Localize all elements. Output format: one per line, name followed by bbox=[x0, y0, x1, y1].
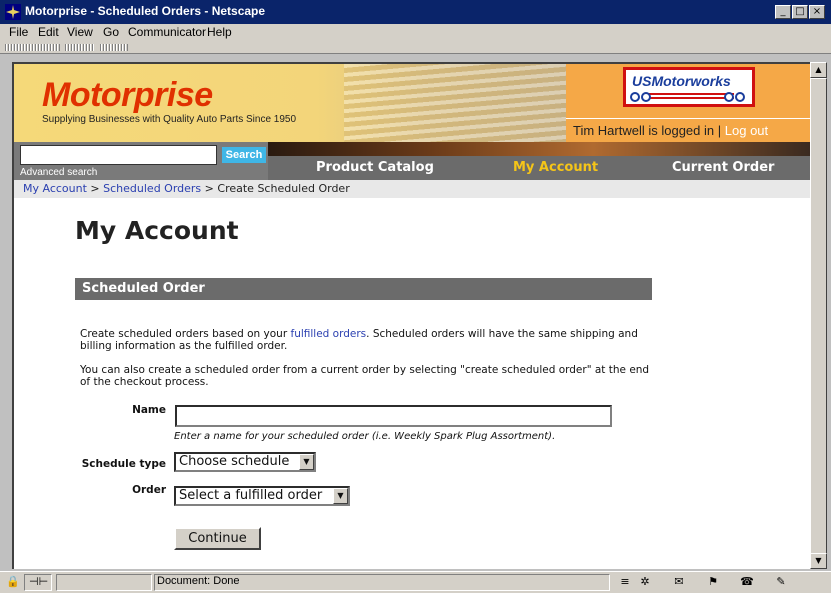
chevron-down-icon[interactable]: ▼ bbox=[333, 488, 348, 504]
search-area: Search Advanced search bbox=[14, 142, 268, 180]
logo-wheel-icon bbox=[735, 92, 745, 102]
logo-wheel-icon bbox=[641, 92, 651, 102]
schedule-type-label: Schedule type bbox=[81, 458, 166, 470]
schedule-type-select[interactable]: Choose schedule ▼ bbox=[174, 452, 316, 472]
advanced-search-link[interactable]: Advanced search bbox=[20, 167, 97, 178]
progress-area bbox=[56, 574, 152, 591]
newsgroup-icon[interactable]: ⚑ bbox=[704, 575, 722, 589]
status-text: Document: Done bbox=[157, 575, 240, 587]
netscape-icon bbox=[5, 4, 21, 20]
header-account-area: USMotorworks Tim Hartwell is logged in |… bbox=[566, 64, 810, 142]
site-header: Motorprise Supplying Businesses with Qua… bbox=[14, 64, 810, 142]
menu-view[interactable]: View bbox=[67, 25, 93, 39]
menu-edit[interactable]: Edit bbox=[38, 25, 59, 39]
toolbar-grip[interactable] bbox=[5, 44, 60, 51]
logo-wheel-icon bbox=[724, 92, 734, 102]
nav-current-order[interactable]: Current Order bbox=[672, 160, 774, 175]
window-title-bar: Motorprise - Scheduled Orders - Netscape… bbox=[0, 0, 831, 24]
composer-icon[interactable]: ✎ bbox=[772, 575, 790, 589]
name-label: Name bbox=[132, 404, 166, 416]
logo-wheel-icon bbox=[630, 92, 640, 102]
login-separator: | bbox=[717, 123, 722, 138]
minimize-button[interactable]: _ bbox=[775, 5, 791, 19]
logged-in-text: Tim Hartwell is logged in bbox=[573, 123, 715, 138]
partner-logo-text: USMotorworks bbox=[632, 73, 731, 89]
partner-logo[interactable]: USMotorworks bbox=[623, 67, 755, 107]
nav-row: Search Advanced search Product Catalog M… bbox=[14, 142, 810, 180]
connection-status: ⊣⊢ bbox=[24, 574, 52, 591]
toolbar-grippers bbox=[0, 42, 831, 54]
header-banner: Motorprise Supplying Businesses with Qua… bbox=[14, 64, 566, 142]
name-hint: Enter a name for your scheduled order (i… bbox=[174, 431, 556, 442]
fulfilled-orders-link[interactable]: fulfilled orders bbox=[291, 328, 367, 340]
scroll-down-icon[interactable]: ▼ bbox=[810, 553, 827, 569]
scrollbar-thumb[interactable] bbox=[810, 78, 827, 554]
breadcrumb: My Account > Scheduled Orders > Create S… bbox=[14, 180, 810, 198]
breadcrumb-separator: > bbox=[204, 182, 214, 195]
vertical-scrollbar[interactable]: ▲ ▼ bbox=[810, 62, 827, 569]
main-nav: Product Catalog My Account Current Order bbox=[268, 156, 810, 180]
scroll-up-icon[interactable]: ▲ bbox=[810, 62, 827, 78]
schedule-type-value: Choose schedule bbox=[179, 454, 290, 469]
breadcrumb-current: Create Scheduled Order bbox=[217, 182, 350, 195]
toolbar-grip[interactable] bbox=[65, 44, 95, 51]
close-button[interactable]: × bbox=[809, 5, 825, 19]
nav-product-catalog[interactable]: Product Catalog bbox=[316, 160, 434, 175]
page-viewport: Motorprise Supplying Businesses with Qua… bbox=[12, 62, 810, 569]
breadcrumb-scheduled-orders[interactable]: Scheduled Orders bbox=[103, 182, 201, 195]
logo-stripes bbox=[648, 93, 734, 101]
chevron-down-icon[interactable]: ▼ bbox=[299, 454, 314, 470]
menu-file[interactable]: File bbox=[9, 25, 28, 39]
login-status: Tim Hartwell is logged in | Log out bbox=[566, 118, 810, 142]
menu-bar: File Edit View Go Communicator Help bbox=[0, 24, 831, 42]
logout-link[interactable]: Log out bbox=[725, 123, 768, 138]
order-value: Select a fulfilled order bbox=[179, 488, 323, 503]
site-logo[interactable]: Motorprise bbox=[42, 76, 213, 115]
site-tagline: Supplying Businesses with Quality Auto P… bbox=[42, 114, 297, 125]
nav-my-account[interactable]: My Account bbox=[513, 160, 598, 175]
continue-button[interactable]: Continue bbox=[174, 527, 261, 550]
maximize-button[interactable]: □ bbox=[792, 5, 808, 19]
address-book-icon[interactable]: ☎ bbox=[738, 575, 756, 589]
component-bar-grip[interactable]: ≡ bbox=[616, 575, 634, 589]
name-field[interactable] bbox=[175, 405, 612, 427]
page-title: My Account bbox=[75, 216, 239, 245]
security-lock-icon[interactable]: 🔒 bbox=[4, 575, 22, 589]
window-title: Motorprise - Scheduled Orders - Netscape bbox=[25, 4, 266, 18]
order-label: Order bbox=[132, 484, 166, 496]
plug-icon: ⊣⊢ bbox=[29, 575, 49, 588]
mail-icon[interactable]: ✉ bbox=[670, 575, 688, 589]
menu-communicator[interactable]: Communicator bbox=[128, 25, 206, 39]
order-select[interactable]: Select a fulfilled order ▼ bbox=[174, 486, 350, 506]
menu-go[interactable]: Go bbox=[103, 25, 119, 39]
navigator-icon[interactable]: ✲ bbox=[636, 575, 654, 589]
menu-help[interactable]: Help bbox=[207, 25, 232, 39]
header-photo-strip bbox=[268, 142, 810, 156]
intro-paragraph: Create scheduled orders based on your fu… bbox=[80, 328, 660, 352]
breadcrumb-separator: > bbox=[90, 182, 100, 195]
toolbar-grip[interactable] bbox=[100, 44, 128, 51]
section-heading: Scheduled Order bbox=[75, 278, 652, 300]
breadcrumb-my-account[interactable]: My Account bbox=[23, 182, 87, 195]
info-paragraph: You can also create a scheduled order fr… bbox=[80, 364, 650, 388]
search-button[interactable]: Search bbox=[222, 147, 266, 163]
search-input[interactable] bbox=[20, 145, 217, 165]
intro-text: Create scheduled orders based on your bbox=[80, 328, 291, 340]
car-image bbox=[344, 64, 566, 142]
status-bar: 🔒 ⊣⊢ Document: Done ≡ ✲ ✉ ⚑ ☎ ✎ bbox=[0, 571, 831, 593]
